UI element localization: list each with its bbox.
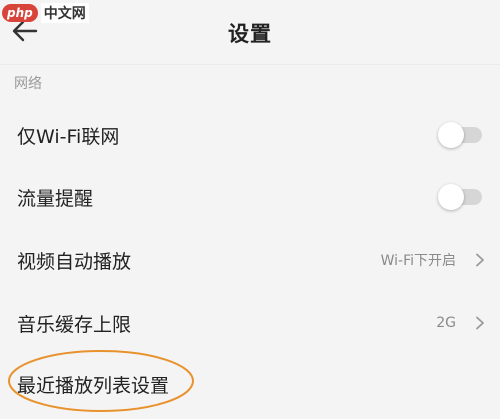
logo-cn-text: 中文网 — [40, 3, 89, 23]
setting-label: 仅Wi-Fi联网 — [17, 125, 120, 148]
setting-label: 视频自动播放 — [17, 250, 132, 273]
chevron-right-icon — [476, 316, 484, 330]
setting-label: 音乐缓存上限 — [17, 313, 132, 336]
logo-php-badge: php — [2, 4, 38, 22]
data-reminder-toggle[interactable] — [438, 184, 486, 210]
setting-value: Wi-Fi下开启 — [380, 253, 456, 269]
setting-row-music-cache-limit[interactable]: 音乐缓存上限 2G — [0, 292, 500, 354]
chevron-right-icon — [476, 253, 484, 267]
setting-value: 2G — [436, 315, 456, 331]
setting-label: 最近播放列表设置 — [17, 374, 170, 397]
toggle-knob — [438, 122, 464, 148]
setting-label: 流量提醒 — [17, 187, 94, 210]
toggle-knob — [438, 184, 464, 210]
setting-row-video-autoplay[interactable]: 视频自动播放 Wi-Fi下开启 — [0, 229, 500, 291]
section-divider — [0, 64, 500, 65]
setting-row-data-reminder[interactable]: 流量提醒 — [0, 166, 500, 228]
settings-screen: php 中文网 设置 网络 仅Wi-Fi联网 流量提醒 视频自动播放 Wi-Fi… — [0, 0, 500, 419]
wifi-only-toggle[interactable] — [438, 122, 486, 148]
section-title-network: 网络 — [14, 76, 42, 92]
setting-row-wifi-only[interactable]: 仅Wi-Fi联网 — [0, 104, 500, 166]
php-cn-logo: php 中文网 — [2, 2, 89, 24]
setting-row-recent-playlist[interactable]: 最近播放列表设置 — [0, 353, 500, 415]
